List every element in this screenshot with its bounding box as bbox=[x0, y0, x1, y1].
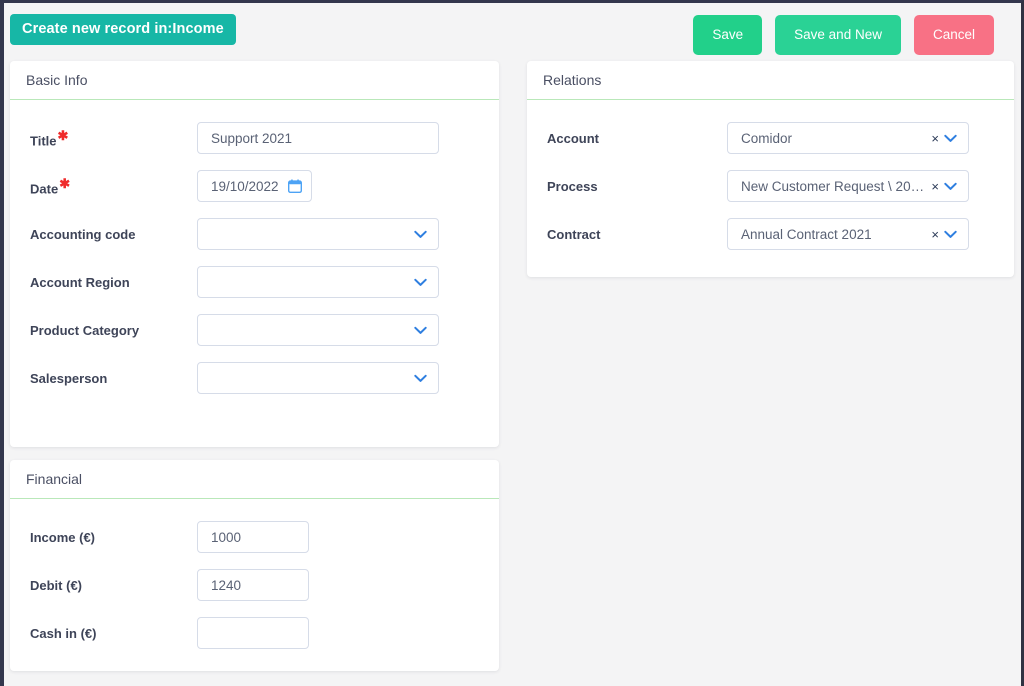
required-asterisk: ✱ bbox=[59, 175, 71, 191]
save-and-new-button[interactable]: Save and New bbox=[775, 15, 901, 55]
title-input-value: Support 2021 bbox=[211, 130, 293, 146]
basic-info-card: Basic Info Title✱ Support 2021 Date✱ 19/… bbox=[10, 61, 499, 447]
label-salesperson: Salesperson bbox=[30, 370, 108, 386]
process-select[interactable]: New Customer Request \ 20170… × bbox=[727, 170, 969, 202]
date-input[interactable]: 19/10/2022 bbox=[197, 170, 312, 202]
account-region-select[interactable] bbox=[197, 266, 439, 298]
field-row-product-category: Product Category bbox=[10, 306, 499, 354]
label-accounting-code: Accounting code bbox=[30, 226, 136, 242]
label-product-category: Product Category bbox=[30, 322, 140, 338]
calendar-icon[interactable] bbox=[288, 179, 302, 193]
chevron-down-icon[interactable] bbox=[944, 230, 957, 239]
chevron-down-icon[interactable] bbox=[414, 278, 427, 287]
label-date-text: Date bbox=[30, 181, 59, 197]
financial-card-body: Income (€) 1000 Debit (€) 1240 Cash in (… bbox=[10, 499, 499, 673]
relations-card-title: Relations bbox=[527, 61, 1014, 100]
clear-icon[interactable]: × bbox=[931, 132, 939, 145]
cancel-button[interactable]: Cancel bbox=[913, 15, 994, 55]
label-debit: Debit (€) bbox=[30, 577, 82, 593]
label-title-text: Title bbox=[30, 133, 57, 149]
salesperson-select[interactable] bbox=[197, 362, 439, 394]
date-input-value: 19/10/2022 bbox=[211, 178, 279, 194]
required-asterisk: ✱ bbox=[57, 127, 69, 143]
field-row-salesperson: Salesperson bbox=[10, 354, 499, 402]
title-input[interactable]: Support 2021 bbox=[197, 122, 439, 154]
debit-input-value: 1240 bbox=[211, 577, 242, 593]
clear-icon[interactable]: × bbox=[931, 228, 939, 241]
chevron-down-icon[interactable] bbox=[414, 326, 427, 335]
chevron-down-icon[interactable] bbox=[944, 134, 957, 143]
accounting-code-select[interactable] bbox=[197, 218, 439, 250]
field-row-account: Account Comidor × bbox=[527, 114, 1014, 162]
label-account-region: Account Region bbox=[30, 274, 130, 290]
label-income: Income (€) bbox=[30, 529, 96, 545]
label-process: Process bbox=[547, 178, 598, 194]
relations-card-body: Account Comidor × Process New Customer R… bbox=[527, 100, 1014, 274]
chevron-down-icon[interactable] bbox=[414, 374, 427, 383]
financial-card: Financial Income (€) 1000 Debit (€) 1240… bbox=[10, 460, 499, 671]
field-row-cash-in: Cash in (€) bbox=[10, 609, 499, 657]
account-value: Comidor bbox=[741, 130, 793, 146]
field-row-process: Process New Customer Request \ 20170… × bbox=[527, 162, 1014, 210]
field-row-debit: Debit (€) 1240 bbox=[10, 561, 499, 609]
income-input[interactable]: 1000 bbox=[197, 521, 309, 553]
account-select[interactable]: Comidor × bbox=[727, 122, 969, 154]
label-date: Date✱ bbox=[30, 176, 197, 196]
process-value: New Customer Request \ 20170… bbox=[741, 178, 932, 194]
basic-info-card-body: Title✱ Support 2021 Date✱ 19/10/2022 Acc… bbox=[10, 100, 499, 418]
relations-card: Relations Account Comidor × Process New … bbox=[527, 61, 1014, 277]
chevron-down-icon[interactable] bbox=[414, 230, 427, 239]
field-row-title: Title✱ Support 2021 bbox=[10, 114, 499, 162]
save-button[interactable]: Save bbox=[693, 15, 763, 55]
cash-in-input[interactable] bbox=[197, 617, 309, 649]
action-button-group: Save Save and New Cancel bbox=[693, 15, 994, 55]
field-row-account-region: Account Region bbox=[10, 258, 499, 306]
page-title-badge: Create new record in:Income bbox=[10, 14, 236, 45]
chevron-down-icon[interactable] bbox=[944, 182, 957, 191]
field-row-income: Income (€) 1000 bbox=[10, 513, 499, 561]
label-cash-in: Cash in (€) bbox=[30, 625, 97, 641]
financial-card-title: Financial bbox=[10, 460, 499, 499]
clear-icon[interactable]: × bbox=[931, 180, 939, 193]
income-input-value: 1000 bbox=[211, 529, 242, 545]
label-contract: Contract bbox=[547, 226, 601, 242]
label-account: Account bbox=[547, 130, 599, 146]
top-action-bar: Create new record in:Income Save Save an… bbox=[4, 3, 1021, 59]
debit-input[interactable]: 1240 bbox=[197, 569, 309, 601]
product-category-select[interactable] bbox=[197, 314, 439, 346]
label-title: Title✱ bbox=[30, 128, 197, 148]
contract-select[interactable]: Annual Contract 2021 × bbox=[727, 218, 969, 250]
field-row-date: Date✱ 19/10/2022 bbox=[10, 162, 499, 210]
field-row-accounting-code: Accounting code bbox=[10, 210, 499, 258]
basic-info-card-title: Basic Info bbox=[10, 61, 499, 100]
contract-value: Annual Contract 2021 bbox=[741, 226, 872, 242]
field-row-contract: Contract Annual Contract 2021 × bbox=[527, 210, 1014, 258]
